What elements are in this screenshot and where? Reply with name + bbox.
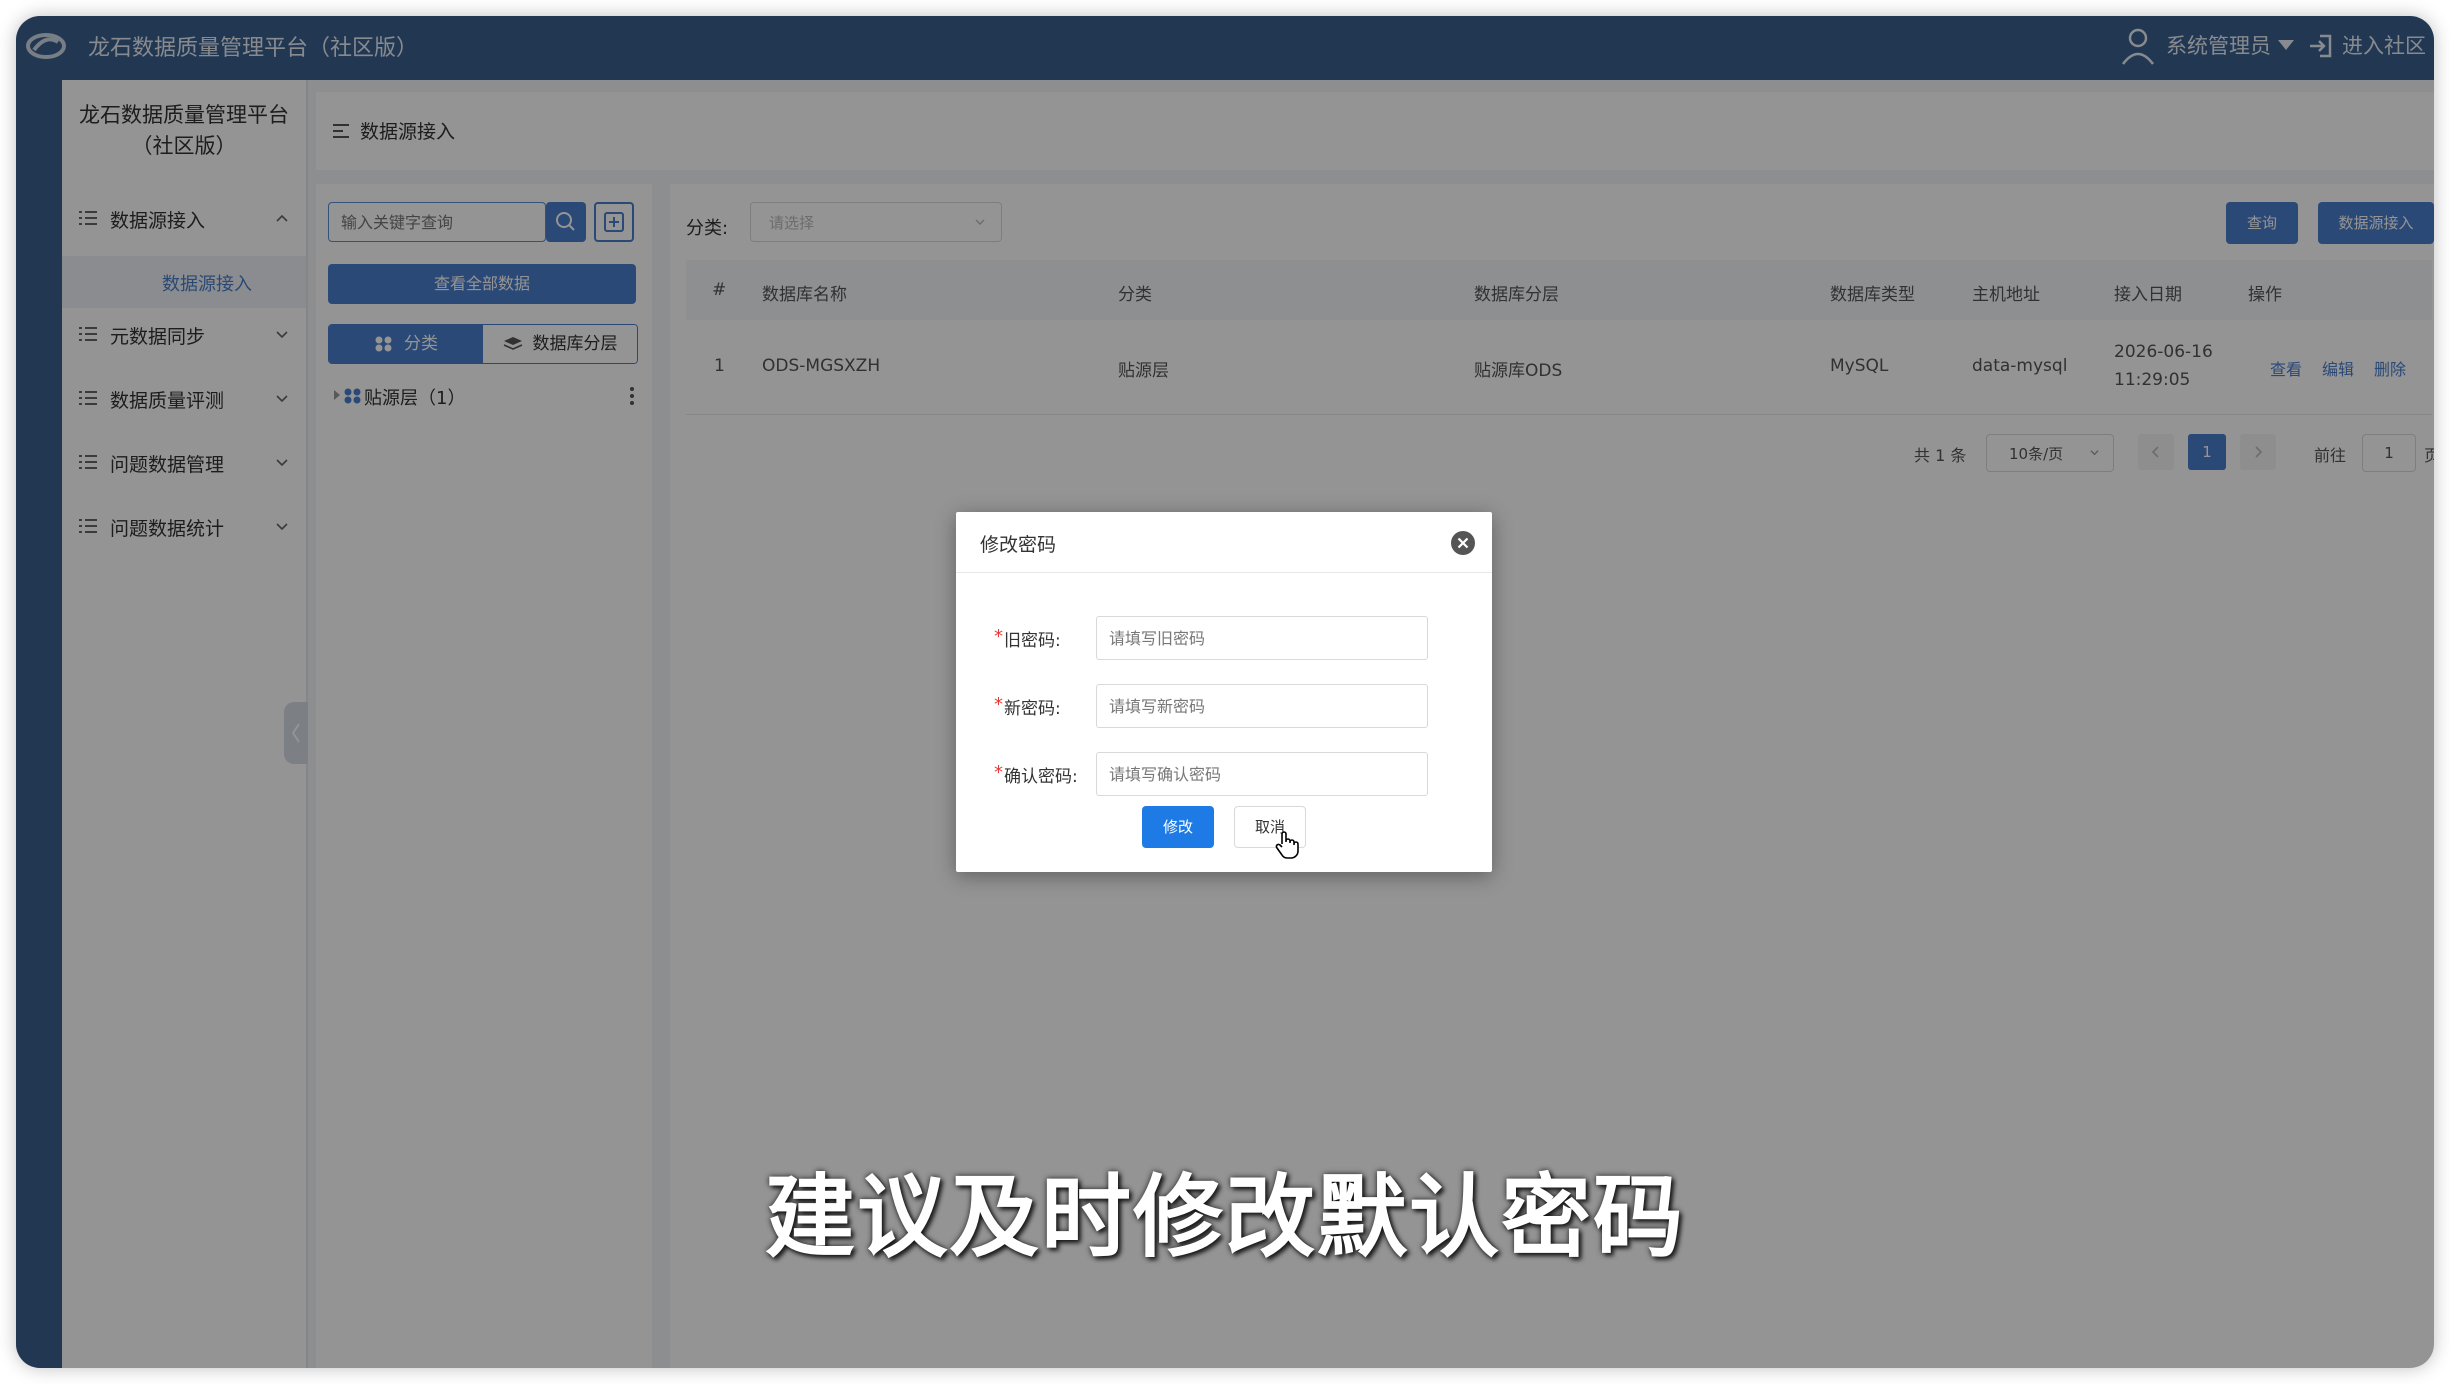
old-password-label: 旧密码: <box>1004 631 1061 651</box>
required-mark: * <box>994 762 1003 783</box>
old-password-field[interactable] <box>1096 616 1428 660</box>
required-mark: * <box>994 626 1003 647</box>
dialog-header: 修改密码 <box>956 512 1492 573</box>
close-icon[interactable] <box>1450 530 1476 556</box>
app-window: 龙石数据质量管理平台（社区版） 系统管理员 进入社区 龙石数据质量管理平台 （社… <box>16 16 2434 1368</box>
required-mark: * <box>994 694 1003 715</box>
new-password-label: 新密码: <box>1004 699 1061 719</box>
hand-pointer-icon <box>1275 831 1299 859</box>
submit-button[interactable]: 修改 <box>1142 806 1214 848</box>
dialog-title: 修改密码 <box>980 534 1057 556</box>
confirm-password-row: * 确认密码: <box>956 752 1492 798</box>
modal-overlay[interactable]: 修改密码 * 旧密码: * 新密码: * 确认密码: 修改 取消 <box>16 16 2434 1368</box>
confirm-password-label: 确认密码: <box>1004 767 1078 787</box>
new-password-field[interactable] <box>1096 684 1428 728</box>
confirm-password-field[interactable] <box>1096 752 1428 796</box>
change-password-dialog: 修改密码 * 旧密码: * 新密码: * 确认密码: 修改 取消 <box>956 512 1492 872</box>
old-password-row: * 旧密码: <box>956 616 1492 662</box>
video-subtitle: 建议及时修改默认密码 <box>765 1165 1685 1270</box>
new-password-row: * 新密码: <box>956 684 1492 730</box>
